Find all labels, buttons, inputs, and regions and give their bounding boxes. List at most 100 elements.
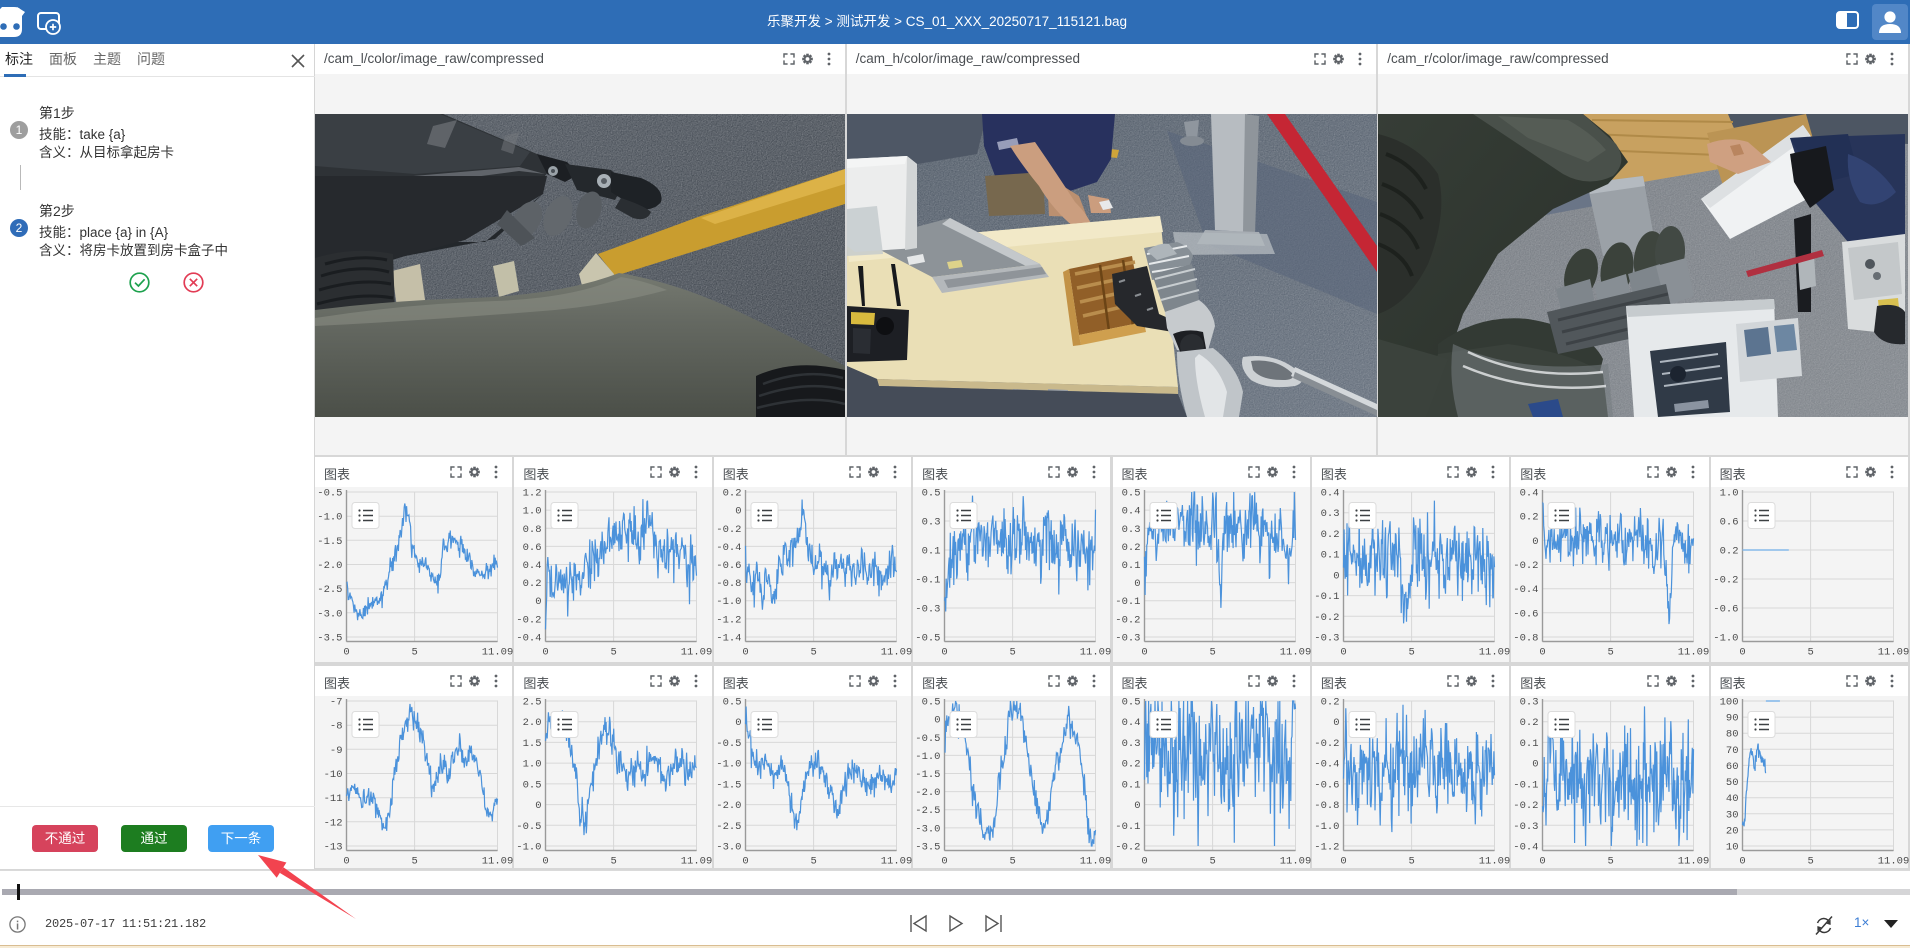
svg-text:-3.0: -3.0: [317, 608, 342, 620]
svg-text:5: 5: [1807, 647, 1813, 659]
svg-text:0.6: 0.6: [523, 542, 542, 554]
svg-text:-0.1: -0.1: [915, 575, 940, 587]
svg-text:-2.5: -2.5: [317, 584, 342, 596]
svg-text:0: 0: [1134, 800, 1140, 812]
svg-text:5: 5: [1807, 856, 1813, 868]
svg-text:11.09: 11.09: [1080, 856, 1112, 868]
svg-text:0: 0: [1739, 856, 1745, 868]
svg-text:-1.0: -1.0: [716, 759, 741, 771]
svg-text:5: 5: [1209, 647, 1215, 659]
svg-text:11.09: 11.09: [881, 856, 913, 868]
svg-text:0.1: 0.1: [1320, 550, 1339, 562]
svg-text:-0.4: -0.4: [716, 542, 741, 554]
svg-text:0.5: 0.5: [1121, 697, 1140, 709]
svg-text:0: 0: [735, 717, 741, 729]
svg-text:0: 0: [543, 647, 549, 659]
svg-text:-2.0: -2.0: [317, 560, 342, 572]
svg-text:2.0: 2.0: [523, 717, 542, 729]
svg-text:-1.4: -1.4: [716, 633, 741, 645]
svg-text:-0.2: -0.2: [517, 614, 542, 626]
svg-text:0.3: 0.3: [922, 517, 941, 529]
svg-text:11.09: 11.09: [681, 647, 713, 659]
svg-text:0.4: 0.4: [1320, 488, 1339, 500]
svg-text:-1.0: -1.0: [1314, 821, 1339, 833]
svg-text:11.09: 11.09: [482, 856, 514, 868]
svg-text:-0.6: -0.6: [716, 560, 741, 572]
svg-text:-1.2: -1.2: [1314, 842, 1339, 854]
svg-text:40: 40: [1725, 793, 1738, 805]
svg-text:5: 5: [810, 647, 816, 659]
svg-text:0.2: 0.2: [1320, 529, 1339, 541]
svg-text:11.09: 11.09: [681, 856, 713, 868]
svg-text:-0.2: -0.2: [1713, 575, 1738, 587]
svg-text:0.4: 0.4: [523, 560, 542, 572]
svg-text:-0.1: -0.1: [1115, 596, 1140, 608]
svg-text:11.09: 11.09: [1279, 647, 1311, 659]
svg-text:-0.3: -0.3: [1314, 633, 1339, 645]
svg-text:0: 0: [742, 647, 748, 659]
svg-text:-0.2: -0.2: [1314, 612, 1339, 624]
svg-text:5: 5: [1010, 856, 1016, 868]
svg-text:-7: -7: [330, 697, 343, 709]
svg-text:-0.3: -0.3: [1115, 633, 1140, 645]
svg-text:-0.3: -0.3: [915, 604, 940, 616]
svg-text:0: 0: [343, 647, 349, 659]
svg-text:0: 0: [1532, 759, 1538, 771]
svg-text:0.2: 0.2: [1121, 542, 1140, 554]
svg-text:5: 5: [1010, 647, 1016, 659]
svg-text:50: 50: [1725, 777, 1738, 789]
svg-text:11.09: 11.09: [1877, 856, 1909, 868]
svg-text:5: 5: [1408, 647, 1414, 659]
svg-text:20: 20: [1725, 825, 1738, 837]
svg-text:60: 60: [1725, 761, 1738, 773]
svg-text:0: 0: [1532, 536, 1538, 548]
svg-text:0.5: 0.5: [523, 779, 542, 791]
svg-text:-1.0: -1.0: [1713, 633, 1738, 645]
svg-text:0.5: 0.5: [922, 697, 941, 709]
svg-text:5: 5: [411, 647, 417, 659]
svg-text:-8: -8: [330, 721, 343, 733]
svg-text:0.5: 0.5: [722, 697, 741, 709]
svg-text:0: 0: [1141, 647, 1147, 659]
svg-text:30: 30: [1725, 809, 1738, 821]
svg-text:-0.5: -0.5: [915, 633, 940, 645]
svg-text:11.09: 11.09: [1279, 856, 1311, 868]
svg-text:10: 10: [1725, 842, 1738, 854]
svg-text:5: 5: [611, 856, 617, 868]
svg-text:0.4: 0.4: [1121, 717, 1140, 729]
svg-text:-0.4: -0.4: [1314, 759, 1339, 771]
svg-text:0.2: 0.2: [1719, 546, 1738, 558]
svg-text:0: 0: [536, 596, 542, 608]
svg-text:-2.0: -2.0: [915, 787, 940, 799]
svg-text:0.3: 0.3: [1520, 697, 1539, 709]
svg-text:1.2: 1.2: [523, 488, 542, 500]
svg-text:-2.5: -2.5: [915, 805, 940, 817]
svg-text:-1.0: -1.0: [915, 751, 940, 763]
svg-text:0: 0: [1141, 856, 1147, 868]
svg-text:0: 0: [934, 715, 940, 727]
svg-text:-0.2: -0.2: [1513, 560, 1538, 572]
svg-text:0.5: 0.5: [922, 488, 941, 500]
svg-text:-1.5: -1.5: [317, 536, 342, 548]
svg-text:0.2: 0.2: [1320, 697, 1339, 709]
svg-text:0: 0: [941, 856, 947, 868]
svg-text:0.1: 0.1: [1121, 779, 1140, 791]
svg-text:0.2: 0.2: [722, 488, 741, 500]
svg-text:5: 5: [611, 647, 617, 659]
svg-text:0: 0: [1134, 578, 1140, 590]
svg-text:-3.5: -3.5: [317, 633, 342, 645]
svg-text:5: 5: [1408, 856, 1414, 868]
svg-text:-0.8: -0.8: [716, 578, 741, 590]
svg-text:-0.2: -0.2: [1314, 738, 1339, 750]
svg-text:-1.0: -1.0: [517, 842, 542, 854]
svg-text:-0.2: -0.2: [716, 524, 741, 536]
svg-text:0.3: 0.3: [1121, 738, 1140, 750]
svg-text:0: 0: [1333, 570, 1339, 582]
svg-text:0.1: 0.1: [922, 546, 941, 558]
svg-text:-0.2: -0.2: [1513, 800, 1538, 812]
svg-text:-1.5: -1.5: [915, 769, 940, 781]
svg-text:0: 0: [1540, 647, 1546, 659]
svg-text:0: 0: [543, 856, 549, 868]
svg-text:-0.4: -0.4: [1513, 584, 1538, 596]
svg-text:-2.5: -2.5: [716, 821, 741, 833]
